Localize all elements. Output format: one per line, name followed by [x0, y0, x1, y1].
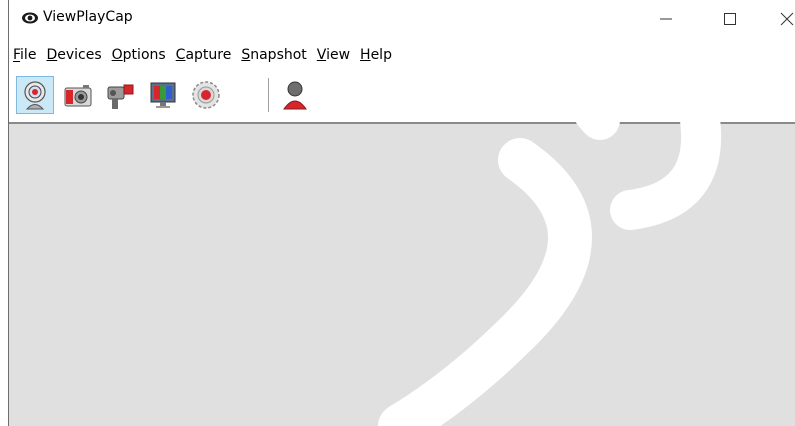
- monitor-icon: [150, 82, 176, 108]
- eye-icon: [22, 12, 38, 24]
- menu-devices[interactable]: Devices: [42, 47, 107, 63]
- minimize-button[interactable]: [643, 0, 689, 38]
- title-bar[interactable]: ViewPlayCap: [9, 0, 795, 38]
- menu-capture[interactable]: Capture: [172, 47, 238, 63]
- menu-help-label: Help: [360, 47, 392, 63]
- camera-icon: [64, 85, 92, 107]
- menu-options[interactable]: Options: [108, 47, 172, 63]
- toolbar-separator: [268, 78, 269, 112]
- snapshot-camera-button[interactable]: [58, 76, 96, 114]
- user-button[interactable]: [276, 76, 314, 114]
- menu-options-label: Options: [111, 47, 166, 63]
- close-button[interactable]: [764, 0, 795, 38]
- menu-devices-label: Devices: [46, 47, 102, 63]
- menu-file[interactable]: File: [9, 47, 42, 63]
- window-title: ViewPlayCap: [43, 9, 133, 25]
- menu-snapshot[interactable]: Snapshot: [237, 47, 312, 63]
- menu-view-label: View: [316, 47, 351, 63]
- minimize-icon: [660, 18, 672, 20]
- person-icon: [283, 81, 307, 110]
- menu-help[interactable]: Help: [356, 47, 398, 63]
- menu-view[interactable]: View: [313, 47, 356, 63]
- menu-snapshot-label: Snapshot: [241, 47, 307, 63]
- menu-file-label: File: [13, 47, 37, 63]
- record-button[interactable]: [187, 76, 225, 114]
- maximize-icon: [724, 13, 736, 25]
- display-button[interactable]: [144, 76, 182, 114]
- close-icon: [780, 12, 794, 26]
- video-preview-area[interactable]: [9, 122, 795, 426]
- video-camera-icon: [107, 84, 134, 109]
- menu-capture-label: Capture: [175, 47, 232, 63]
- toolbar: [9, 72, 795, 122]
- maximize-button[interactable]: [707, 0, 753, 38]
- menu-bar: File Devices Options Capture Snapshot Vi…: [9, 44, 398, 66]
- webcam-icon: [24, 81, 46, 110]
- webcam-button[interactable]: [16, 76, 54, 114]
- video-camera-button[interactable]: [101, 76, 139, 114]
- record-icon: [192, 81, 220, 109]
